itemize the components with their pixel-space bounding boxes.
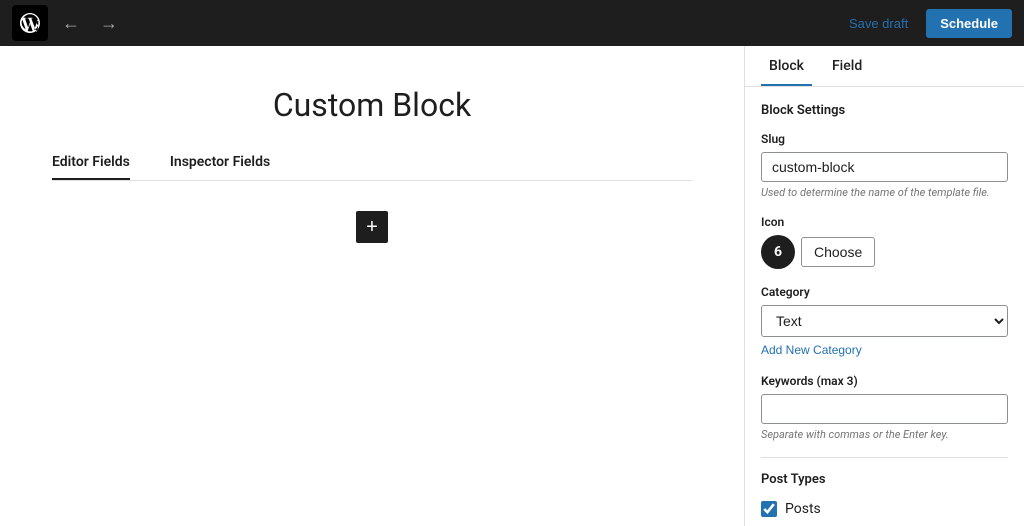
posts-label: Posts	[785, 501, 821, 517]
tab-editor-fields[interactable]: Editor Fields	[52, 154, 130, 180]
save-draft-button[interactable]: Save draft	[839, 10, 918, 37]
sidebar-tabs: Block Field	[745, 46, 1024, 87]
keywords-label: Keywords (max 3)	[761, 374, 1008, 388]
icon-preview: 6	[761, 235, 795, 269]
editor-area: Custom Block Editor Fields Inspector Fie…	[0, 46, 744, 526]
posts-checkbox[interactable]	[761, 501, 777, 517]
sidebar-content: Block Settings Slug Used to determine th…	[745, 87, 1024, 526]
sidebar: Block Field Block Settings Slug Used to …	[744, 46, 1024, 526]
topbar-left: ← →	[12, 5, 124, 41]
category-group: Category Text Media Design Widgets Theme…	[761, 285, 1008, 358]
schedule-button[interactable]: Schedule	[926, 9, 1012, 38]
undo-button[interactable]: ←	[56, 9, 86, 38]
post-types-title: Post Types	[761, 472, 1008, 487]
redo-button[interactable]: →	[94, 9, 124, 38]
post-types-group: Post Types Posts	[761, 472, 1008, 517]
category-select[interactable]: Text Media Design Widgets Theme Embed	[761, 305, 1008, 337]
keywords-group: Keywords (max 3) Separate with commas or…	[761, 374, 1008, 441]
tab-inspector-fields[interactable]: Inspector Fields	[170, 154, 270, 180]
icon-picker: 6 Choose	[761, 235, 1008, 269]
choose-icon-button[interactable]: Choose	[801, 237, 875, 267]
tab-field[interactable]: Field	[824, 46, 870, 86]
icon-label: Icon	[761, 215, 1008, 229]
posts-checkbox-row: Posts	[761, 501, 1008, 517]
slug-label: Slug	[761, 132, 1008, 146]
slug-helper: Used to determine the name of the templa…	[761, 186, 1008, 199]
slug-group: Slug Used to determine the name of the t…	[761, 132, 1008, 199]
topbar: ← → Save draft Schedule	[0, 0, 1024, 46]
tab-block[interactable]: Block	[761, 46, 812, 86]
keywords-helper: Separate with commas or the Enter key.	[761, 428, 1008, 441]
divider	[761, 457, 1008, 458]
category-label: Category	[761, 285, 1008, 299]
wordpress-logo[interactable]	[12, 5, 48, 41]
block-settings-title: Block Settings	[761, 103, 1008, 118]
keywords-input[interactable]	[761, 394, 1008, 424]
add-new-category-button[interactable]: Add New Category	[761, 343, 862, 357]
add-field-button[interactable]: +	[356, 211, 388, 243]
slug-input[interactable]	[761, 152, 1008, 182]
block-title: Custom Block	[273, 86, 471, 124]
icon-group: Icon 6 Choose	[761, 215, 1008, 269]
topbar-right: Save draft Schedule	[839, 9, 1012, 38]
main-layout: Custom Block Editor Fields Inspector Fie…	[0, 46, 1024, 526]
field-tabs: Editor Fields Inspector Fields	[52, 154, 692, 181]
